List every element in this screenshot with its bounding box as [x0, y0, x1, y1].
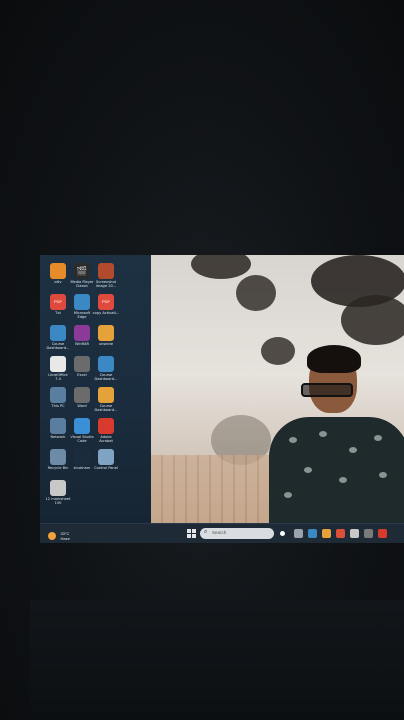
foliage [236, 275, 276, 311]
taskbar-app-icon[interactable] [294, 529, 303, 538]
desktop-icon-course3[interactable]: Course Dashboard... [91, 387, 121, 412]
course1-icon [50, 325, 66, 341]
network-icon [50, 418, 66, 434]
desktop-icon-course2[interactable]: Course Dashboard... [91, 356, 121, 381]
thispc-icon [50, 387, 66, 403]
txt-icon: PDF [50, 294, 66, 310]
control-icon [98, 449, 114, 465]
excel-icon [74, 356, 90, 372]
wooden-fence [151, 455, 271, 523]
taskbar-app-icon[interactable] [336, 529, 345, 538]
desktop-icon-label: unsecte [98, 342, 114, 346]
marksheet-icon [50, 480, 66, 496]
taskbar-app-icon[interactable] [308, 529, 317, 538]
weather-desc: Haze [60, 535, 70, 541]
search-placeholder: Search [212, 530, 227, 535]
course3-icon [98, 387, 114, 403]
taskbar: 33°C Haze ⌕ Search [40, 523, 404, 543]
desktop-icon-label: Control Panel [94, 466, 118, 470]
sunglasses [301, 383, 353, 397]
foliage [191, 255, 251, 279]
taskbar-app-icon[interactable] [322, 529, 331, 538]
ottv-icon [50, 263, 66, 279]
screenshot-icon [98, 263, 114, 279]
unsecte-icon [98, 325, 114, 341]
start-button[interactable] [187, 529, 196, 538]
desktop-icon-acrobat[interactable]: Adobe Acrobat [91, 418, 121, 443]
weather-widget[interactable]: 33°C Haze [48, 527, 70, 543]
vscode-icon [74, 418, 90, 434]
desktop-icon-copy[interactable]: PDF copy Activati... [91, 294, 121, 315]
recycle-icon [50, 449, 66, 465]
monitor-screen: ottv 🎬 Media Player Classic Screenshot Imag… [40, 255, 404, 543]
foliage [261, 337, 295, 365]
taskbar-app-icon[interactable] [378, 529, 387, 538]
winrar-icon [74, 325, 90, 341]
libre-icon [50, 356, 66, 372]
desktop-icon-label: Course Dashboard... [94, 404, 118, 413]
course2-icon [98, 356, 114, 372]
wallpaper-photo [151, 255, 404, 523]
desktop-icon-area: ottv 🎬 Media Player Classic Screenshot Imag… [40, 255, 151, 523]
taskbar-app-icon[interactable] [350, 529, 359, 538]
desktop-icon-control[interactable]: Control Panel [91, 449, 121, 470]
person-hair [307, 345, 361, 373]
desktop-icon-label: Adobe Acrobat [99, 435, 113, 444]
foliage [341, 295, 404, 345]
blank-icon [74, 449, 90, 465]
search-icon: ⌕ [204, 529, 208, 535]
copy-icon: PDF [98, 294, 114, 310]
taskbar-app-icon[interactable] [280, 531, 285, 536]
taskbar-app-icon[interactable] [364, 529, 373, 538]
desktop-icon-label: 12 marksheet 150 [45, 497, 71, 506]
desktop-icon-label: Course Dashboard... [94, 373, 118, 382]
desktop-icon-marksheet[interactable]: 12 marksheet 150 [43, 480, 73, 505]
edge1-icon [74, 294, 90, 310]
desktop-icon-label: Screenshot Image 20... [95, 280, 117, 289]
acrobat-icon [98, 418, 114, 434]
media-icon: 🎬 [74, 263, 90, 279]
desktop-icon-screenshot[interactable]: Screenshot Image 20... [91, 263, 121, 288]
desk-reflection [30, 600, 404, 720]
word-icon [74, 387, 90, 403]
taskbar-search[interactable]: ⌕ Search [200, 528, 274, 539]
desktop-icon-label: copy Activati... [92, 311, 120, 315]
desktop-icon-unsecte[interactable]: unsecte [91, 325, 121, 346]
sun-icon [48, 531, 56, 540]
person-shirt [269, 417, 404, 523]
